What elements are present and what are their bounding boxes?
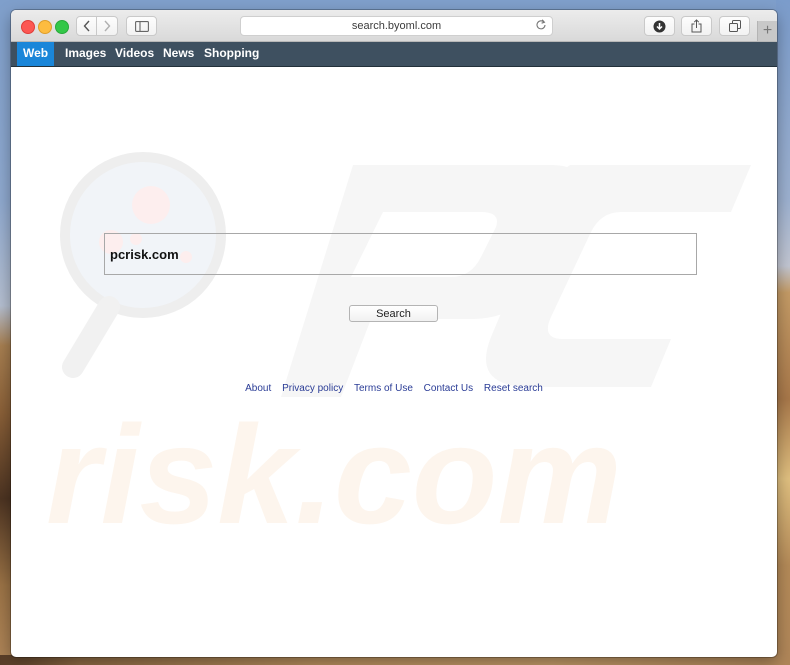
history-navigation — [76, 16, 118, 36]
browser-window: search.byoml.com + Web Images Videos New… — [11, 10, 777, 657]
minimize-window-button[interactable] — [38, 20, 52, 34]
share-icon — [691, 19, 702, 33]
chevron-left-icon — [83, 20, 90, 32]
sidebar-button[interactable] — [126, 16, 157, 36]
plus-icon: + — [762, 22, 773, 39]
nav-tab-web[interactable]: Web — [17, 42, 55, 66]
new-tab-button[interactable]: + — [757, 21, 777, 41]
nav-tab-videos[interactable]: Videos — [115, 42, 154, 66]
search-input[interactable] — [104, 233, 697, 275]
maximize-window-button[interactable] — [55, 20, 69, 34]
desktop-background-right — [776, 0, 790, 665]
downloads-button[interactable] — [644, 16, 675, 36]
search-category-nav: Web Images Videos News Shopping — [11, 42, 777, 67]
nav-tab-news[interactable]: News — [163, 42, 194, 66]
footer-link-reset-search[interactable]: Reset search — [484, 383, 543, 394]
tabs-overview-icon — [728, 20, 741, 32]
page-content: risk.com Search About Privacy policy Ter… — [11, 67, 777, 657]
footer-link-contact-us[interactable]: Contact Us — [424, 383, 473, 394]
footer-link-terms-of-use[interactable]: Terms of Use — [354, 383, 413, 394]
footer-links: About Privacy policy Terms of Use Contac… — [11, 383, 777, 394]
sidebar-icon — [134, 20, 149, 32]
reload-icon[interactable] — [536, 17, 546, 35]
close-window-button[interactable] — [21, 20, 35, 34]
download-icon — [653, 20, 666, 32]
footer-link-privacy-policy[interactable]: Privacy policy — [282, 383, 343, 394]
risk-com-watermark-text: risk.com — [46, 396, 622, 553]
nav-tab-images[interactable]: Images — [65, 42, 106, 66]
browser-toolbar: search.byoml.com + — [11, 10, 777, 42]
address-text: search.byoml.com — [351, 20, 442, 32]
search-button[interactable]: Search — [349, 305, 438, 322]
pcrisk-watermark: risk.com — [46, 152, 751, 553]
chevron-right-icon — [104, 20, 111, 32]
share-button[interactable] — [681, 16, 712, 36]
nav-tab-shopping[interactable]: Shopping — [204, 42, 259, 66]
footer-link-about[interactable]: About — [245, 383, 271, 394]
back-button[interactable] — [76, 16, 97, 36]
address-bar[interactable]: search.byoml.com — [240, 16, 553, 36]
tabs-overview-button[interactable] — [719, 16, 750, 36]
pc-watermark-letters — [281, 165, 751, 397]
forward-button[interactable] — [97, 16, 118, 36]
